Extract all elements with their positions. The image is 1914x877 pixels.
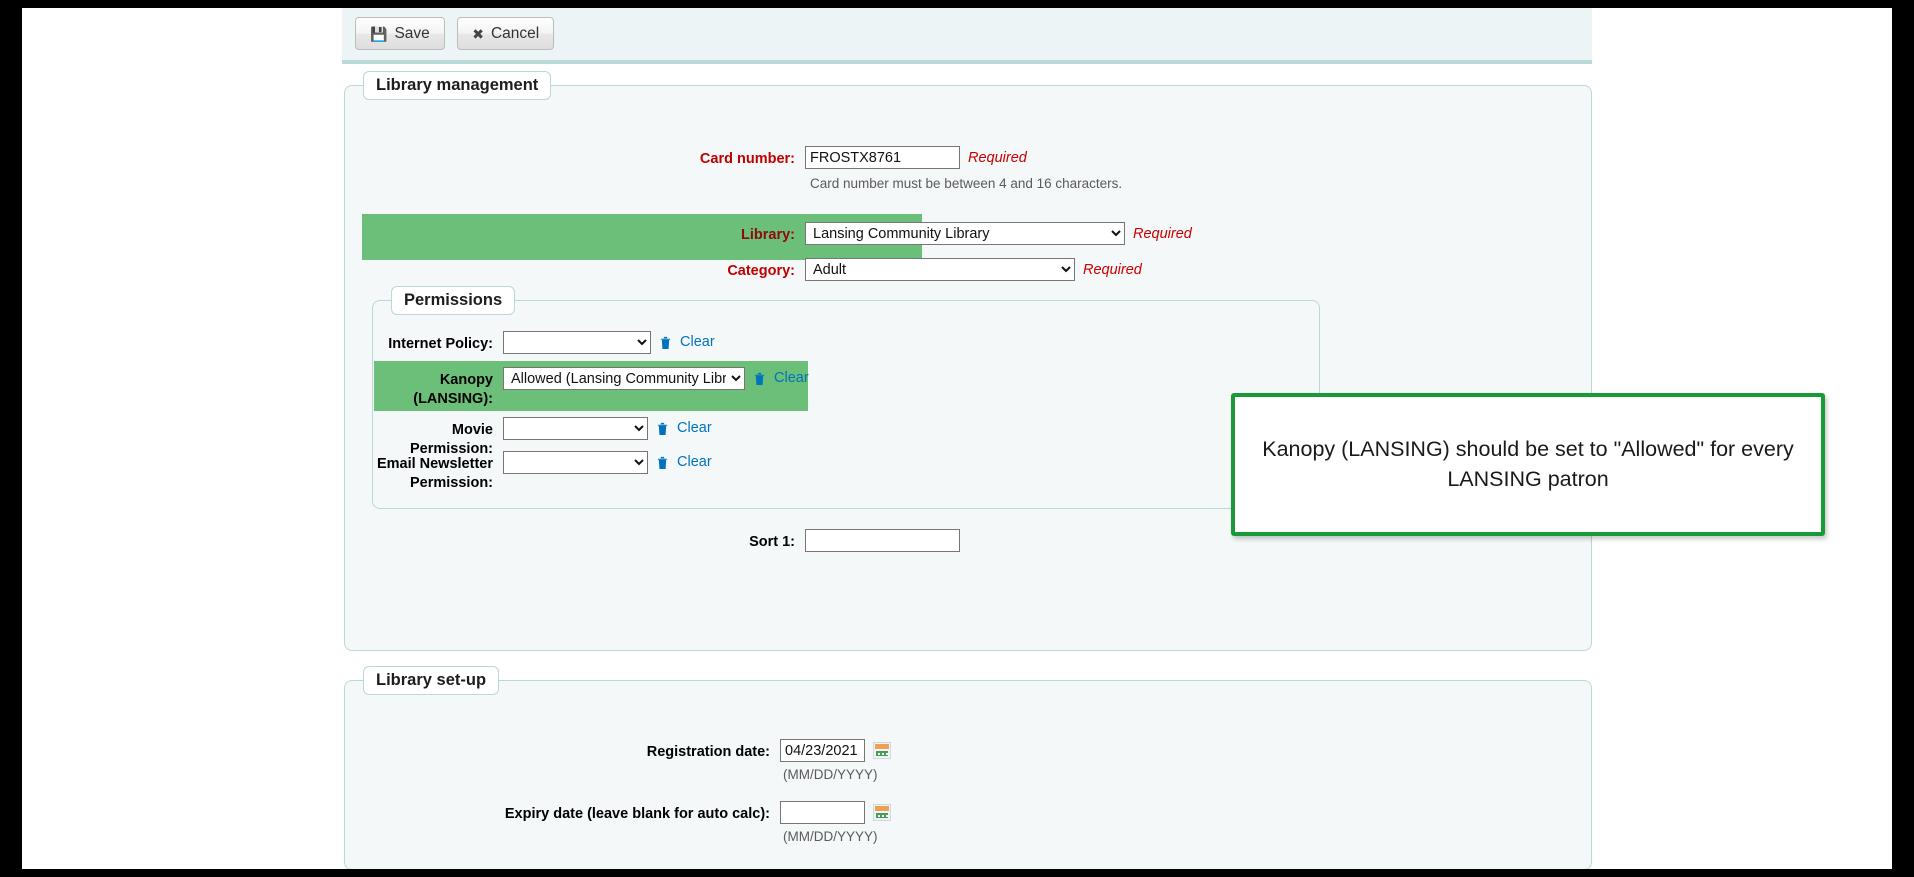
card-number-required-note: Required — [968, 150, 1027, 166]
internet-policy-clear-link[interactable]: Clear — [680, 331, 715, 350]
kanopy-lansing-select[interactable]: Allowed (Lansing Community Library) — [503, 367, 745, 390]
save-button[interactable]: 💾 Save — [355, 17, 445, 50]
registration-date-input[interactable] — [780, 739, 865, 762]
cancel-button[interactable]: ✖ Cancel — [457, 17, 555, 50]
toolbar-button-row: 💾 Save ✖ Cancel — [342, 8, 1592, 50]
expiry-date-label: Expiry date (leave blank for auto calc): — [504, 806, 770, 822]
library-setup-legend: Library set-up — [363, 666, 500, 695]
card-number-input[interactable] — [805, 146, 960, 169]
internet-policy-field-group: Clear — [503, 331, 715, 354]
sort1-field-group — [805, 529, 960, 552]
card-number-row: Card number: Required — [345, 146, 1245, 169]
sort1-label: Sort 1: — [749, 534, 795, 550]
library-row: Library: Lansing Community Library Requi… — [345, 222, 1245, 245]
email-newsletter-permission-clear-link[interactable]: Clear — [677, 451, 712, 470]
expiry-date-input[interactable] — [780, 801, 865, 824]
trash-icon[interactable] — [656, 421, 669, 436]
save-button-label: Save — [394, 24, 430, 42]
registration-date-label: Registration date: — [646, 744, 770, 760]
application-screen: 💾 Save ✖ Cancel Library management Card … — [22, 8, 1892, 869]
library-management-fieldset: Library management Card number: Required… — [344, 71, 1592, 651]
trash-icon[interactable] — [659, 335, 672, 350]
permissions-fieldset: Permissions Internet Policy: Clear Kanop… — [372, 286, 1320, 509]
permissions-legend: Permissions — [391, 286, 516, 315]
sort1-row: Sort 1: — [345, 529, 1245, 552]
movie-permission-select[interactable] — [503, 417, 648, 440]
category-select[interactable]: Adult — [805, 258, 1075, 281]
category-row: Category: Adult Required — [345, 258, 1245, 281]
kanopy-lansing-field-group: Allowed (Lansing Community Library) Clea… — [503, 367, 809, 390]
kanopy-lansing-row: Kanopy (LANSING): Allowed (Lansing Commu… — [373, 367, 1133, 408]
calendar-icon[interactable] — [873, 742, 891, 759]
category-required-note: Required — [1083, 262, 1142, 278]
library-management-legend: Library management — [363, 71, 552, 100]
floppy-disk-icon: 💾 — [370, 25, 388, 42]
sort1-input[interactable] — [805, 529, 960, 552]
annotation-callout-text: Kanopy (LANSING) should be set to "Allow… — [1262, 437, 1794, 491]
expiry-date-row: Expiry date (leave blank for auto calc): — [345, 801, 1245, 824]
trash-icon[interactable] — [656, 455, 669, 470]
trash-icon[interactable] — [753, 371, 766, 386]
times-icon: ✖ — [472, 25, 484, 42]
registration-date-format-hint: (MM/DD/YYYY) — [783, 767, 878, 782]
card-number-label: Card number: — [699, 151, 795, 167]
kanopy-lansing-clear-link[interactable]: Clear — [774, 367, 809, 386]
annotation-callout: Kanopy (LANSING) should be set to "Allow… — [1231, 393, 1825, 536]
registration-date-row: Registration date: — [345, 739, 1245, 762]
registration-date-field-group — [780, 739, 891, 762]
internet-policy-label: Internet Policy: — [388, 336, 493, 352]
kanopy-lansing-label: Kanopy (LANSING): — [413, 372, 493, 407]
card-number-hint: Card number must be between 4 and 16 cha… — [810, 176, 1123, 191]
internet-policy-row: Internet Policy: Clear — [373, 331, 1073, 354]
movie-permission-clear-link[interactable]: Clear — [677, 417, 712, 436]
email-newsletter-permission-row: Email Newsletter Permission: Clear — [373, 451, 1073, 492]
library-required-note: Required — [1133, 226, 1192, 242]
library-label: Library: — [741, 227, 795, 243]
email-newsletter-permission-field-group: Clear — [503, 451, 712, 474]
library-setup-fieldset: Library set-up Registration date: (MM/DD… — [344, 666, 1592, 869]
form-toolbar: 💾 Save ✖ Cancel — [342, 8, 1592, 64]
expiry-date-format-hint: (MM/DD/YYYY) — [783, 829, 878, 844]
category-label: Category: — [727, 263, 795, 279]
email-newsletter-permission-select[interactable] — [503, 451, 648, 474]
movie-permission-field-group: Clear — [503, 417, 712, 440]
library-field-group: Lansing Community Library Required — [805, 222, 1192, 245]
cancel-button-label: Cancel — [490, 24, 540, 42]
calendar-icon[interactable] — [873, 804, 891, 821]
category-field-group: Adult Required — [805, 258, 1142, 281]
email-newsletter-permission-label: Email Newsletter Permission: — [376, 456, 493, 491]
card-number-field-group: Required — [805, 146, 1027, 169]
library-select[interactable]: Lansing Community Library — [805, 222, 1125, 245]
expiry-date-field-group — [780, 801, 891, 824]
internet-policy-select[interactable] — [503, 331, 651, 354]
